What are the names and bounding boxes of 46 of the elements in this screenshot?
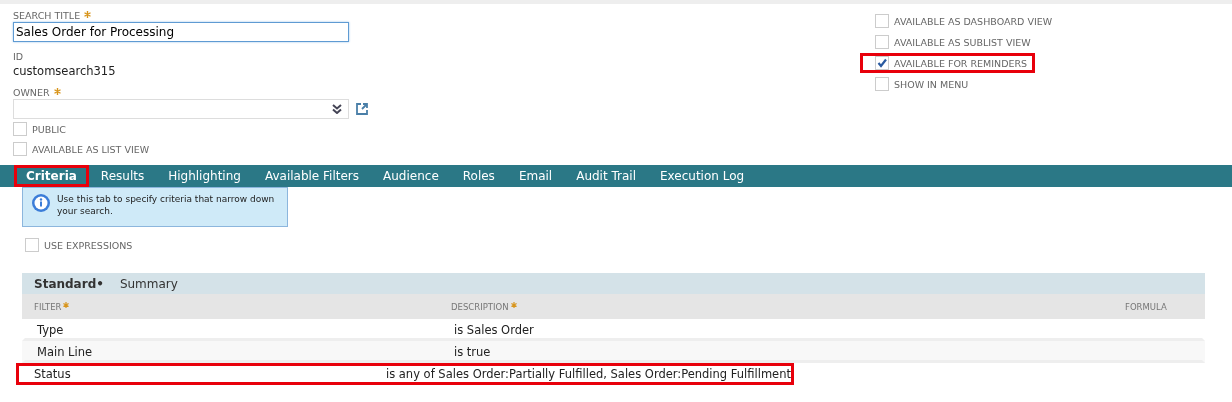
column-header: FILTER: [34, 301, 62, 312]
tab[interactable]: Available Filters: [252, 165, 372, 187]
tab[interactable]: Highlighting: [156, 165, 253, 187]
subtab[interactable]: Standard•: [26, 276, 112, 291]
field-label: ID: [13, 51, 25, 62]
tab[interactable]: Results: [88, 165, 157, 187]
tab[interactable]: Audience: [371, 165, 451, 187]
checkbox[interactable]: [875, 77, 889, 91]
tab[interactable]: Email: [506, 165, 565, 187]
tab[interactable]: Roles: [450, 165, 507, 187]
checkbox-label: SHOW IN MENU: [894, 78, 969, 90]
id-value: customsearch315: [13, 64, 117, 78]
info-icon: [31, 193, 51, 213]
checkbox[interactable]: [875, 56, 889, 70]
table-cell: Status: [34, 367, 71, 381]
checkbox-label: AVAILABLE AS DASHBOARD VIEW: [894, 15, 1053, 27]
field-label: SEARCH TITLE: [13, 10, 81, 21]
checkbox-label: AVAILABLE FOR REMINDERS: [894, 57, 1028, 69]
checkbox-label: PUBLIC: [32, 123, 66, 135]
checkbox-label: AVAILABLE AS SUBLIST VIEW: [894, 36, 1031, 48]
owner-dropdown[interactable]: [13, 99, 349, 119]
search-title-field[interactable]: Sales Order for Processing: [13, 22, 349, 42]
tab[interactable]: Criteria: [14, 165, 89, 187]
checkbox[interactable]: [875, 35, 889, 49]
checkbox-label: AVAILABLE AS LIST VIEW: [32, 143, 150, 155]
table-cell: is any of Sales Order:Partially Fulfilled, Sales Order:Pending Fulfillment: [386, 367, 791, 381]
checkbox[interactable]: [13, 122, 27, 136]
checkbox[interactable]: [13, 142, 27, 156]
table-cell: Main Line: [37, 345, 93, 359]
asterisk-icon: [510, 301, 517, 308]
checkbox[interactable]: [875, 14, 889, 28]
field-label: OWNER: [13, 87, 50, 98]
info-text: Use this tab to specify criteria that narrow down your search.: [57, 193, 276, 218]
column-header: FORMULA: [1125, 301, 1167, 312]
table-cell: Type: [37, 323, 64, 337]
open-link-icon[interactable]: [355, 102, 369, 116]
table-cell: is Sales Order: [454, 323, 534, 337]
double-chevron-icon: [332, 104, 342, 114]
tab[interactable]: Execution Log: [648, 165, 757, 187]
table-cell: is true: [454, 345, 491, 359]
column-header: DESCRIPTION: [451, 301, 509, 312]
tab[interactable]: Audit Trail: [564, 165, 648, 187]
checkbox[interactable]: [25, 238, 39, 252]
checkbox-label: USE EXPRESSIONS: [44, 239, 133, 251]
asterisk-icon: [63, 301, 70, 308]
subtab[interactable]: Summary: [111, 276, 186, 291]
